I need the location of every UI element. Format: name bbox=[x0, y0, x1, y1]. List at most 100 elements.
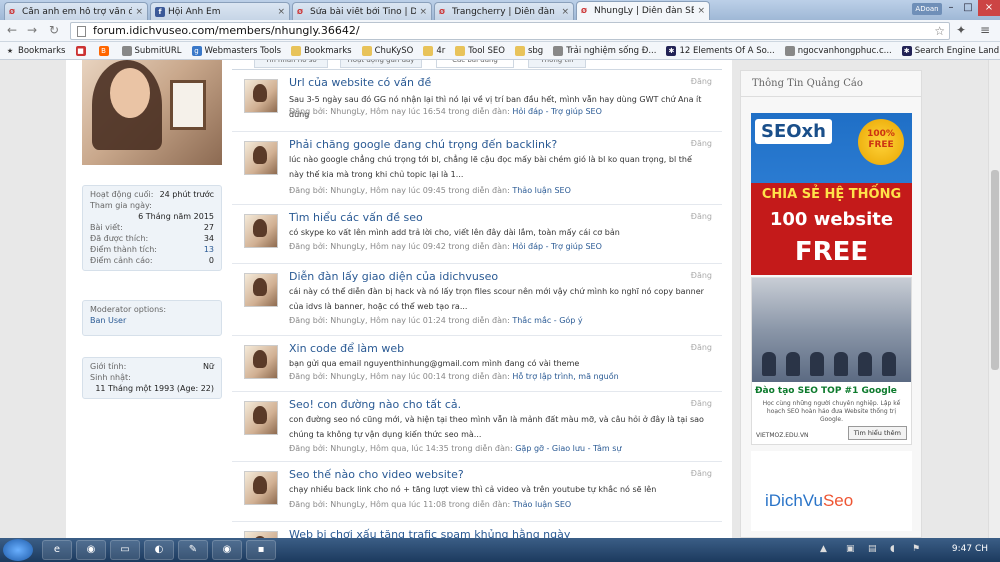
close-icon[interactable]: × bbox=[277, 7, 285, 17]
post-forum-link[interactable]: Thảo luận SEO bbox=[513, 500, 572, 509]
stat-label: Điểm thành tích: bbox=[90, 245, 157, 254]
volume-icon[interactable]: ◖ bbox=[890, 544, 895, 554]
post-title[interactable]: Xin code để làm web bbox=[289, 342, 404, 355]
tray-icon[interactable]: ▣ bbox=[846, 544, 855, 554]
close-icon[interactable]: × bbox=[697, 6, 705, 16]
page-icon bbox=[77, 26, 86, 37]
post-forum-link[interactable]: Thảo luận SEO bbox=[512, 186, 571, 195]
post-avatar[interactable] bbox=[244, 141, 278, 175]
post-avatar[interactable] bbox=[244, 471, 278, 505]
menu-icon[interactable]: ≡ bbox=[980, 23, 990, 37]
post-title[interactable]: Phải chăng google đang chú trọng đến bac… bbox=[289, 138, 557, 151]
bookmark-item[interactable]: SubmitURL bbox=[117, 45, 187, 56]
forward-icon[interactable]: → bbox=[24, 23, 40, 37]
bookmark-item[interactable]: ■ bbox=[71, 45, 94, 56]
reload-icon[interactable]: ↻ bbox=[46, 23, 62, 37]
post-forum-link[interactable]: Gặp gỡ - Giao lưu - Tâm sự bbox=[515, 444, 621, 453]
bookmark-folder[interactable]: ChuKySO bbox=[357, 45, 419, 56]
taskbar-chrome-icon[interactable]: ◉ bbox=[76, 540, 106, 560]
ad-banner-seo[interactable]: SEOxh 100% FREE CHIA SẺ HỆ THỐNG 100 webs… bbox=[751, 113, 912, 275]
bookmark-item[interactable]: ★ Bookmarks bbox=[0, 46, 71, 56]
vertical-scrollbar[interactable] bbox=[988, 60, 1000, 538]
post-avatar[interactable] bbox=[244, 345, 278, 379]
taskbar-chrome-icon[interactable]: ◉ bbox=[212, 540, 242, 560]
ban-user-link[interactable]: Ban User bbox=[90, 315, 214, 326]
info-value: Nữ bbox=[202, 362, 214, 371]
minimize-button[interactable]: – bbox=[944, 0, 958, 16]
post-avatar[interactable] bbox=[244, 214, 278, 248]
address-bar[interactable]: forum.idichvuseo.com/members/nhungly.366… bbox=[70, 22, 950, 40]
bookmark-folder[interactable]: sbg bbox=[510, 45, 548, 56]
tab-profile-messages[interactable]: Tin nhắn hồ sơ bbox=[254, 60, 328, 68]
stat-row: Đã được thích: 34 bbox=[90, 233, 214, 244]
post-avatar[interactable] bbox=[244, 273, 278, 307]
browser-tab[interactable]: Ø Sửa bài viết bởi Tino | Diễ × bbox=[292, 2, 432, 20]
clock[interactable]: 9:47 CH bbox=[952, 544, 988, 554]
bookmark-item[interactable]: B bbox=[94, 45, 117, 56]
post-forum-link[interactable]: Thắc mắc - Góp ý bbox=[512, 316, 582, 325]
profile-avatar[interactable] bbox=[82, 60, 222, 165]
flag-icon[interactable]: ⚑ bbox=[912, 544, 920, 554]
post-title[interactable]: Diễn đàn lấy giao diện của idichvuseo bbox=[289, 270, 498, 283]
taskbar-cmd-icon[interactable]: ▪ bbox=[246, 540, 276, 560]
post-status: Đăng bbox=[690, 139, 712, 148]
browser-toolbar: ← → ↻ forum.idichvuseo.com/members/nhung… bbox=[0, 20, 1000, 42]
taskbar-firefox-icon[interactable]: ◐ bbox=[144, 540, 174, 560]
folder-icon bbox=[455, 45, 466, 56]
bookmark-folder[interactable]: Tool SEO bbox=[450, 45, 510, 56]
network-icon[interactable]: ▤ bbox=[868, 544, 877, 554]
folder-icon bbox=[361, 45, 372, 56]
bookmark-star-icon[interactable]: ☆ bbox=[934, 23, 945, 39]
post-excerpt: chạy nhiều back link cho nó + tăng lượt … bbox=[289, 485, 657, 494]
start-button[interactable] bbox=[3, 539, 33, 561]
tab-recent-activity[interactable]: Hoạt động gần đây bbox=[340, 60, 422, 68]
close-icon[interactable]: × bbox=[135, 7, 143, 17]
browser-tab[interactable]: f Hội Anh Em × bbox=[150, 2, 290, 20]
ad-banner-idichvuseo[interactable]: iDichVuSeo bbox=[751, 451, 912, 531]
back-icon[interactable]: ← bbox=[4, 23, 20, 37]
taskbar-explorer-icon[interactable]: ▭ bbox=[110, 540, 140, 560]
bookmark-item[interactable]: ngocvanhongphuc.c... bbox=[780, 45, 897, 56]
taskbar-notepad-icon[interactable]: ✎ bbox=[178, 540, 208, 560]
post-avatar[interactable] bbox=[244, 531, 278, 538]
bookmark-folder[interactable]: Bookmarks bbox=[286, 45, 357, 56]
post-excerpt: có skype ko vất lên mình add trả lời cho… bbox=[289, 228, 620, 237]
ad-line-3: FREE bbox=[794, 237, 869, 267]
post-title[interactable]: Tìm hiểu các vấn đề seo bbox=[289, 211, 423, 224]
close-window-button[interactable]: × bbox=[978, 0, 1000, 16]
close-icon[interactable]: × bbox=[561, 7, 569, 17]
bookmark-item[interactable]: g Webmasters Tools bbox=[187, 45, 287, 56]
user-badge[interactable]: ADoan bbox=[912, 3, 942, 15]
ad-line-2: 100 website bbox=[769, 209, 894, 230]
post-title[interactable]: Seo! con đường nào cho tất cả. bbox=[289, 398, 461, 411]
tab-posts[interactable]: Các bài đăng bbox=[436, 60, 514, 68]
post-forum-link[interactable]: Hỏi đáp - Trợ giúp SEO bbox=[512, 242, 602, 251]
stat-value-link[interactable]: 13 bbox=[204, 244, 214, 255]
scrollbar-thumb[interactable] bbox=[991, 170, 999, 370]
maximize-button[interactable]: □ bbox=[960, 0, 976, 16]
taskbar-ie-icon[interactable]: e bbox=[42, 540, 72, 560]
extension-icon[interactable]: ✦ bbox=[956, 23, 966, 37]
post-avatar[interactable] bbox=[244, 79, 278, 113]
tray-arrow-icon[interactable]: ▲ bbox=[820, 544, 827, 554]
post-title[interactable]: Url của website có vấn đề bbox=[289, 76, 431, 89]
tab-information[interactable]: Thông tin bbox=[528, 60, 586, 68]
bookmark-folder[interactable]: 4r bbox=[418, 45, 450, 56]
page-viewport: Hoạt động cuối: 24 phút trước Tham gia ng… bbox=[0, 60, 1000, 538]
post-avatar[interactable] bbox=[244, 401, 278, 435]
browser-tab[interactable]: Ø Cần anh em hỗ trợ vấn đề × bbox=[4, 2, 148, 20]
bookmark-item[interactable]: ✱ 12 Elements Of A So... bbox=[661, 45, 779, 56]
close-icon[interactable]: × bbox=[419, 7, 427, 17]
post-forum-link[interactable]: Hỗ trợ lập trình, mã nguồn bbox=[512, 372, 618, 381]
post-meta: Đăng bởi: NhungLy, Hôm qua lúc 11:08 tro… bbox=[289, 500, 571, 509]
post-forum-link[interactable]: Hỏi đáp - Trợ giúp SEO bbox=[512, 107, 602, 116]
browser-tab-active[interactable]: Ø NhungLy | Diễn đàn SEO c× bbox=[576, 1, 710, 20]
ad-banner-training[interactable]: Đào tạo SEO TOP #1 Google Học cùng những… bbox=[751, 277, 912, 445]
bookmark-item[interactable]: ✱ Search Engine Land bbox=[897, 45, 1000, 56]
learn-more-button[interactable]: Tìm hiểu thêm bbox=[847, 426, 907, 440]
info-row: Sinh nhật: bbox=[90, 372, 214, 383]
post-title[interactable]: Web bị chơi xấu tặng trafic spam khủng h… bbox=[289, 528, 570, 538]
bookmark-item[interactable]: Trải nghiệm sống Đ... bbox=[548, 45, 661, 56]
post-title[interactable]: Seo thế nào cho video website? bbox=[289, 468, 464, 481]
browser-tab[interactable]: Ø Trangcherry | Diễn đàn Sẽ × bbox=[434, 2, 574, 20]
